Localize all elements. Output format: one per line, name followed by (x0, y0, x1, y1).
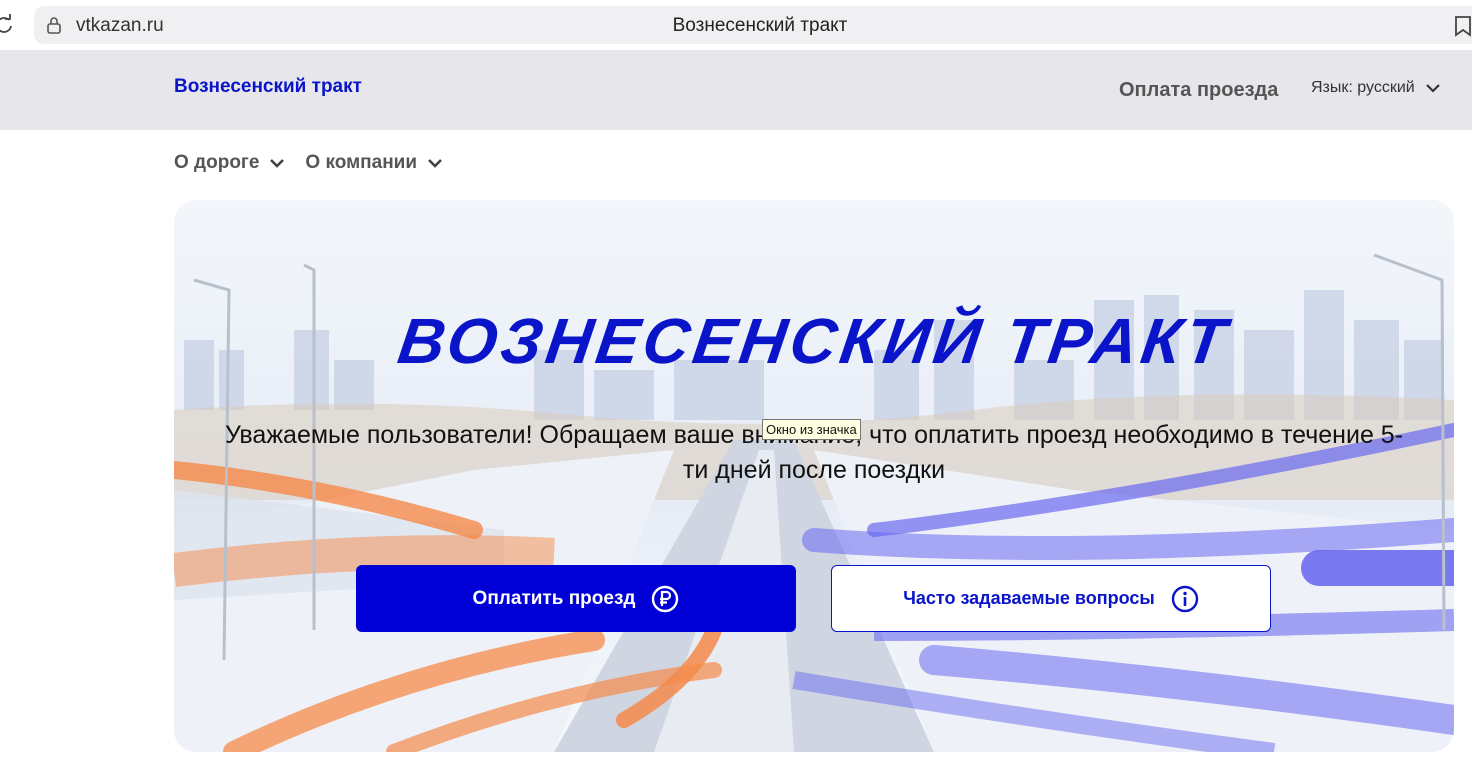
site-logo[interactable]: Вознесенский тракт (174, 76, 362, 98)
pay-link[interactable]: Оплата проезда (1119, 79, 1278, 102)
pay-button[interactable]: Оплатить проезд (356, 565, 796, 632)
nav-item-label: О компании (305, 152, 418, 173)
ruble-icon (652, 585, 679, 612)
reload-icon[interactable] (0, 14, 14, 36)
language-select[interactable]: Язык: русский (1311, 79, 1441, 97)
hero-title: ВОЗНЕСЕНСКИЙ ТРАКТ (393, 305, 1235, 377)
nav-item-about-road[interactable]: О дороге (174, 152, 285, 174)
info-icon (1171, 585, 1198, 612)
chevron-down-icon (270, 159, 285, 168)
nav-item-about-company[interactable]: О компании (305, 152, 443, 174)
bookmark-icon[interactable] (1454, 15, 1472, 37)
chevron-down-icon (428, 159, 442, 168)
faq-button[interactable]: Часто задаваемые вопросы (831, 565, 1271, 632)
pay-button-label: Оплатить проезд (472, 587, 636, 609)
page-title-in-omnibox: Вознесенский тракт (672, 15, 848, 36)
site-header: Вознесенский тракт Оплата проезда Язык: … (0, 50, 1472, 130)
faq-button-label: Часто задаваемые вопросы (903, 588, 1155, 608)
browser-toolbar: vtkazan.ru Вознесенский тракт (0, 0, 1472, 50)
hero-banner: ВОЗНЕСЕНСКИЙ ТРАКТ Уважаемые пользовател… (174, 200, 1454, 752)
main-nav: О дороге О компании (174, 152, 443, 174)
address-bar[interactable]: vtkazan.ru Вознесенский тракт (34, 6, 1472, 44)
icon-tooltip: Окно из значка (762, 419, 861, 440)
nav-item-label: О дороге (174, 152, 260, 173)
chevron-down-icon (1425, 84, 1440, 93)
language-label: Язык: русский (1311, 79, 1415, 96)
